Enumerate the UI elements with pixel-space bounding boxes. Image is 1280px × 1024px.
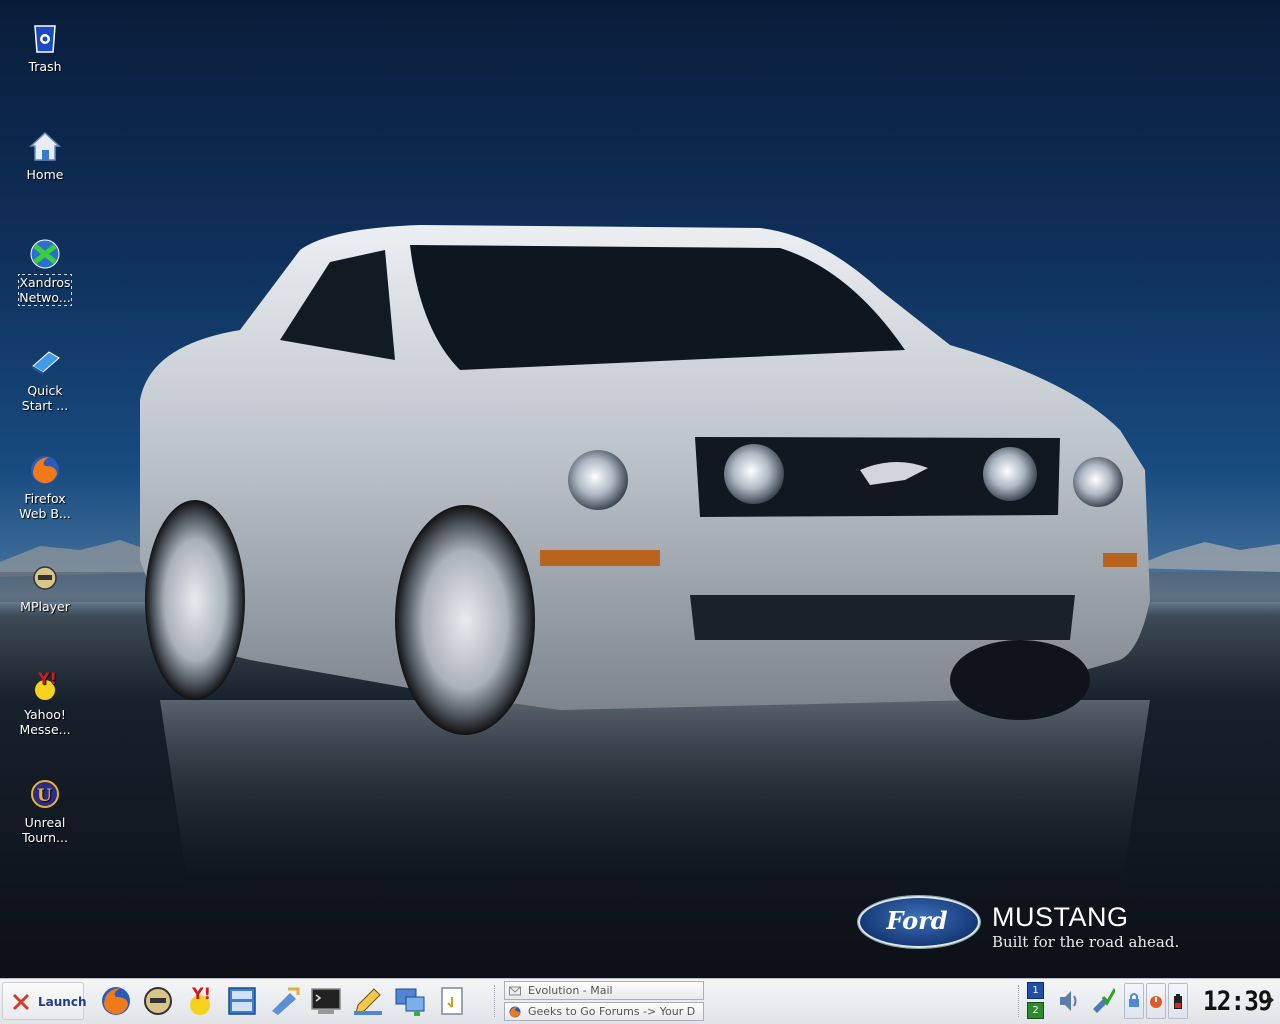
task-button-firefox-forums[interactable]: Geeks to Go Forums -> Your D xyxy=(504,1002,704,1021)
desktop-icon-label: Home xyxy=(26,167,64,182)
svg-text:Y!: Y! xyxy=(191,984,211,1003)
desktop-icon-label: MPlayer xyxy=(20,599,70,614)
battery-icon[interactable] xyxy=(1168,983,1188,1019)
desktop-icon-label: Xandros Netwo... xyxy=(18,274,72,306)
desktop-icon-mplayer[interactable]: MPlayer xyxy=(13,560,77,614)
svg-text:Y!: Y! xyxy=(37,669,57,688)
mail-icon xyxy=(509,986,521,996)
desktop-icon-trash[interactable]: Trash xyxy=(13,20,77,74)
network-icon[interactable] xyxy=(392,983,428,1019)
clock[interactable]: 12:39 xyxy=(1203,986,1273,1017)
firefox-icon[interactable] xyxy=(98,983,134,1019)
panel-hide-arrow-icon[interactable] xyxy=(1268,995,1274,1005)
yahoo-messenger-icon[interactable]: Y! xyxy=(182,983,218,1019)
yahoo-messenger-icon: Y! xyxy=(35,669,57,700)
taskbar: Launch Y! Evolution - Mail Geeks to Go F… xyxy=(0,978,1280,1024)
pager-desktop-1[interactable]: 1 xyxy=(1027,982,1044,999)
desktop-icon-firefox[interactable]: Firefox Web B... xyxy=(13,452,77,521)
taskbar-separator xyxy=(1018,985,1021,1017)
notepad-icon[interactable] xyxy=(434,983,470,1019)
desktop-icon-unreal-tournament[interactable]: U Unreal Tourn... xyxy=(13,776,77,845)
desktop-icon-label: Trash xyxy=(28,59,62,74)
svg-text:U: U xyxy=(37,786,52,806)
firefox-icon xyxy=(509,1006,521,1018)
task-button-evolution-mail[interactable]: Evolution - Mail xyxy=(504,981,704,1000)
launch-label: Launch xyxy=(38,995,87,1009)
lock-icon[interactable] xyxy=(1124,983,1144,1019)
launch-button[interactable]: Launch xyxy=(2,982,87,1020)
desktop-icon-label: Firefox Web B... xyxy=(19,491,71,521)
desktop-icon-xandros-network[interactable]: Xandros Netwo... xyxy=(13,236,77,306)
task-button-label: Evolution - Mail xyxy=(528,984,613,997)
volume-icon[interactable] xyxy=(1056,987,1080,1015)
desktop[interactable]: Trash Home Xandros Netwo... Quick Start … xyxy=(0,0,1280,978)
taskbar-separator xyxy=(494,985,497,1017)
terminal-icon[interactable] xyxy=(308,983,344,1019)
xandros-network-icon xyxy=(30,239,60,269)
control-center-icon[interactable] xyxy=(266,983,302,1019)
quick-start-book-icon xyxy=(32,351,60,375)
pager-desktop-2[interactable]: 2 xyxy=(1027,1002,1044,1019)
desktop-pager: 1 2 xyxy=(1027,982,1045,1020)
desktop-icon-yahoo-messenger[interactable]: Y! Yahoo! Messe... xyxy=(13,668,77,737)
text-editor-icon[interactable] xyxy=(350,983,386,1019)
wallpaper-slogan: Built for the road ahead. xyxy=(992,933,1180,951)
firefox-icon xyxy=(31,456,59,484)
mustang-car-image xyxy=(140,225,1150,900)
trash-icon xyxy=(34,25,56,53)
file-manager-icon[interactable] xyxy=(224,983,260,1019)
wallpaper-model: MUSTANG xyxy=(992,902,1129,932)
desktop-icon-label: Quick Start ... xyxy=(21,383,69,413)
unreal-tournament-icon: U xyxy=(31,780,59,808)
desktop-icon-label: Yahoo! Messe... xyxy=(19,707,71,737)
wallpaper-brand: Ford MUSTANG Built for the road ahead. xyxy=(858,896,1198,956)
power-icon[interactable] xyxy=(1146,983,1166,1019)
desktop-icon-label: Unreal Tourn... xyxy=(22,815,68,845)
desktop-icon-home[interactable]: Home xyxy=(13,128,77,182)
mplayer-icon xyxy=(33,566,57,590)
task-button-label: Geeks to Go Forums -> Your D xyxy=(528,1005,696,1018)
mplayer-icon[interactable] xyxy=(140,983,176,1019)
network-update-icon[interactable] xyxy=(1091,987,1115,1015)
desktop-icon-quick-start[interactable]: Quick Start ... xyxy=(13,344,77,413)
ford-logo-text: Ford xyxy=(886,906,948,935)
home-icon xyxy=(29,131,61,161)
xandros-x-icon xyxy=(12,993,30,1011)
